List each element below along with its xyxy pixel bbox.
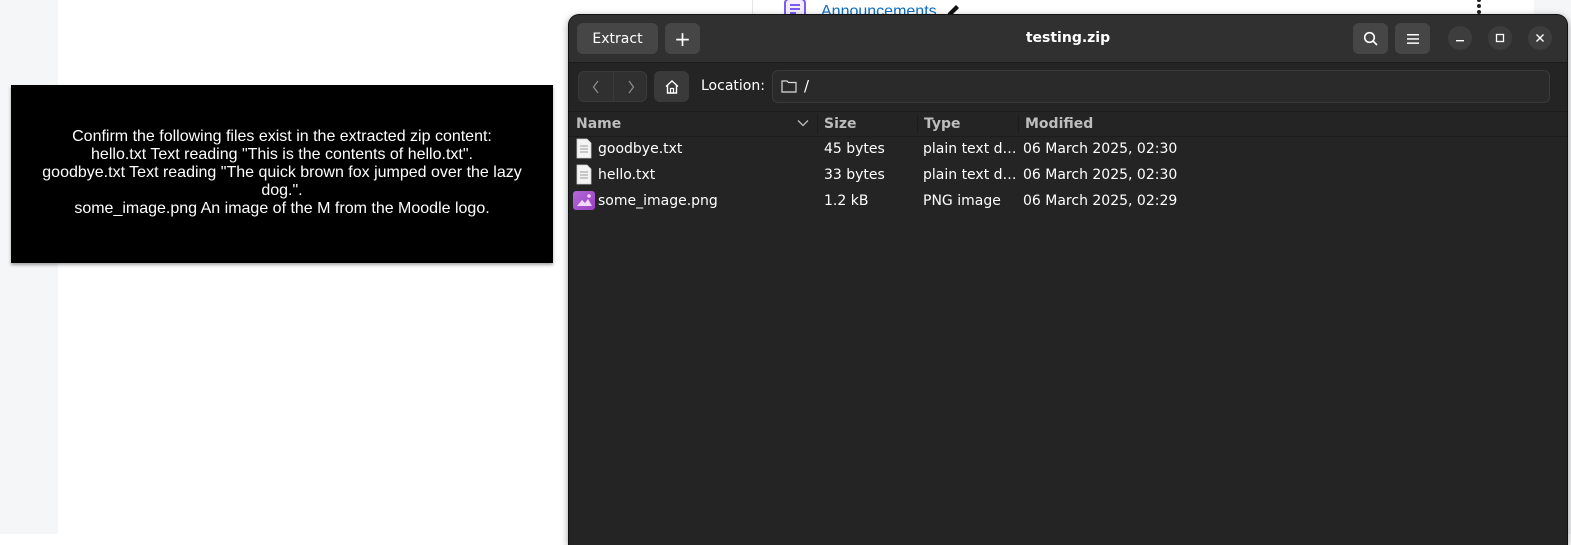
extract-button[interactable]: Extract	[577, 23, 658, 54]
home-button[interactable]	[654, 71, 689, 102]
file-modified: 06 March 2025, 02:29	[1023, 193, 1178, 209]
location-field[interactable]: /	[772, 70, 1550, 103]
instruction-line: Confirm the following files exist in the…	[72, 128, 492, 145]
file-row[interactable]: hello.txt 33 bytes plain text d… 06 Marc…	[569, 162, 1567, 188]
forward-button[interactable]	[614, 72, 648, 101]
file-type: plain text d…	[923, 141, 1015, 157]
image-file-icon	[573, 191, 595, 210]
minimize-icon	[1456, 40, 1464, 42]
file-row[interactable]: some_image.png 1.2 kB PNG image 06 March…	[569, 188, 1567, 214]
column-header-name[interactable]: Name	[576, 112, 621, 136]
maximize-button[interactable]	[1488, 26, 1512, 50]
instruction-line: hello.txt Text reading "This is the cont…	[91, 146, 473, 163]
instruction-line: goodbye.txt Text reading "The quick brow…	[42, 164, 522, 181]
search-button[interactable]	[1353, 23, 1388, 54]
file-modified: 06 March 2025, 02:30	[1023, 167, 1178, 183]
column-header-size[interactable]: Size	[824, 112, 857, 136]
navigation-group	[578, 71, 647, 102]
file-row[interactable]: goodbye.txt 45 bytes plain text d… 06 Ma…	[569, 136, 1567, 162]
file-size: 1.2 kB	[824, 193, 869, 209]
file-size: 33 bytes	[824, 167, 885, 183]
location-label: Location:	[701, 78, 765, 94]
folder-icon	[781, 80, 797, 93]
close-icon	[1536, 34, 1544, 42]
file-list-header: Name Size Type Modified	[569, 112, 1567, 137]
file-size: 45 bytes	[824, 141, 885, 157]
location-toolbar: Location: /	[569, 63, 1567, 112]
hamburger-menu-icon	[1406, 33, 1419, 44]
close-button[interactable]	[1528, 26, 1552, 50]
location-path: /	[804, 77, 810, 95]
back-button[interactable]	[579, 72, 613, 101]
file-type: PNG image	[923, 193, 1001, 209]
header-bar: Extract + testing.zip	[569, 15, 1567, 63]
text-file-icon	[576, 138, 592, 159]
sort-descending-icon[interactable]	[797, 119, 809, 127]
column-header-type[interactable]: Type	[924, 112, 961, 136]
chevron-left-icon	[592, 80, 599, 93]
maximize-icon	[1495, 33, 1505, 43]
archive-manager-window: Extract + testing.zip Location: / Name S…	[569, 15, 1567, 545]
chevron-right-icon	[628, 80, 635, 93]
file-name: some_image.png	[598, 193, 718, 209]
add-files-button[interactable]: +	[665, 23, 700, 54]
file-name: hello.txt	[598, 167, 656, 183]
main-menu-button[interactable]	[1395, 23, 1430, 54]
kebab-menu-icon[interactable]	[1477, 0, 1481, 16]
file-modified: 06 March 2025, 02:30	[1023, 141, 1178, 157]
column-header-modified[interactable]: Modified	[1025, 112, 1093, 136]
instruction-line: dog.".	[261, 182, 303, 199]
minimize-button[interactable]	[1448, 26, 1472, 50]
column-divider	[817, 114, 818, 134]
instruction-line: some_image.png An image of the M from th…	[74, 200, 490, 217]
page-left-gutter	[0, 0, 58, 534]
column-divider	[917, 114, 918, 134]
file-name: goodbye.txt	[598, 141, 683, 157]
home-icon	[665, 79, 678, 94]
search-icon	[1363, 31, 1378, 46]
test-instructions-box: Confirm the following files exist in the…	[11, 85, 553, 263]
file-type: plain text d…	[923, 167, 1015, 183]
text-file-icon	[576, 164, 592, 185]
column-divider	[1018, 114, 1019, 134]
